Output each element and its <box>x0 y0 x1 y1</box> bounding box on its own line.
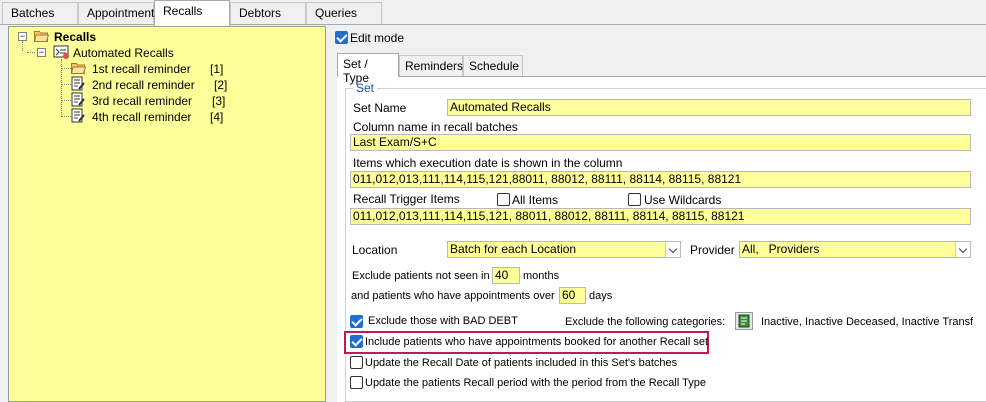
exclude-categories-label: Exclude the following categories: <box>565 316 726 328</box>
update-recall-date-label: Update the Recall Date of patients inclu… <box>365 357 678 369</box>
open-folder-icon <box>34 31 49 42</box>
bad-debt-checkbox[interactable] <box>350 315 363 328</box>
tab-recalls-label: Recalls <box>163 4 203 18</box>
location-label: Location <box>352 243 398 257</box>
categories-picker-icon[interactable] <box>735 312 753 330</box>
chevron-down-icon[interactable] <box>665 242 680 257</box>
tree-leaf-1st-recall[interactable]: 1st recall reminder <box>92 61 191 77</box>
provider-label: Provider <box>690 243 735 257</box>
tree-connector <box>61 68 71 69</box>
tree-leaf-index: [2] <box>214 78 228 92</box>
edit-mode-checkbox[interactable] <box>335 31 348 44</box>
tree-leaf-2nd-recall[interactable]: 2nd recall reminder <box>92 77 195 93</box>
use-wildcards-checkbox[interactable] <box>628 193 641 206</box>
automated-folder-icon <box>53 45 69 59</box>
appointments-over-label: and patients who have appointments over <box>351 290 555 302</box>
location-value: Batch for each Location <box>450 242 577 256</box>
tree-item-automated-recalls[interactable]: Automated Recalls <box>73 45 174 61</box>
exclude-not-seen-label: Exclude patients not seen in <box>352 270 490 282</box>
months-field[interactable]: 40 <box>492 267 520 284</box>
edit-document-icon <box>71 92 85 107</box>
tree-connector <box>61 116 71 117</box>
update-recall-date-checkbox[interactable] <box>350 356 363 369</box>
tab-queries[interactable]: Queries <box>306 2 382 24</box>
update-period-checkbox[interactable] <box>350 376 363 389</box>
tree-leaf-index: [4] <box>210 110 224 124</box>
tab-set-type-label: Set / Type <box>343 57 370 85</box>
days-label: days <box>589 290 613 302</box>
open-folder-icon <box>71 63 86 74</box>
trigger-items-label: Recall Trigger Items <box>353 192 460 206</box>
edit-document-icon <box>71 76 85 91</box>
top-tab-bar: Batches Appointments Recalls Debtors Que… <box>0 0 986 26</box>
tree-connector <box>27 52 35 53</box>
all-items-label: All Items <box>512 193 559 207</box>
provider-select[interactable]: All, Providers <box>739 241 971 258</box>
tab-recalls[interactable]: Recalls <box>154 0 230 26</box>
collapse-icon[interactable]: − <box>37 48 46 57</box>
tab-debtors-label: Debtors <box>239 6 282 20</box>
bad-debt-label: Exclude those with BAD DEBT <box>368 315 518 327</box>
tree-leaf-4th-recall[interactable]: 4th recall reminder <box>92 109 191 125</box>
items-label: Items which execution date is shown in t… <box>353 156 623 170</box>
tree-connector <box>61 100 71 101</box>
location-select[interactable]: Batch for each Location <box>447 241 681 258</box>
tree-connector <box>22 41 23 51</box>
tab-batches-label: Batches <box>11 6 55 20</box>
column-name-label: Column name in recall batches <box>353 120 518 134</box>
include-booked-checkbox[interactable] <box>350 335 363 348</box>
tree-root-recalls[interactable]: Recalls <box>54 29 96 45</box>
exclude-categories-value: Inactive, Inactive Deceased, Inactive Tr… <box>761 316 973 328</box>
tab-debtors[interactable]: Debtors <box>230 2 306 24</box>
set-name-label: Set Name <box>353 101 407 115</box>
tree-leaf-index: [3] <box>212 94 226 108</box>
include-booked-label: Include patients who have appointments b… <box>365 336 709 348</box>
edit-mode-label: Edit mode <box>350 31 405 45</box>
items-field[interactable]: 011,012,013,111,114,115,121,88011, 88012… <box>350 171 971 188</box>
tab-set-type[interactable]: Set / Type <box>337 53 399 85</box>
chevron-down-icon[interactable] <box>955 242 970 257</box>
update-period-label: Update the patients Recall period with t… <box>365 377 706 389</box>
tab-reminders[interactable]: Reminders <box>399 55 463 76</box>
tab-appointments-label: Appointments <box>87 6 161 20</box>
recalls-tree[interactable]: − Recalls − Automated Recalls 1st recall… <box>8 26 326 402</box>
column-name-field[interactable]: Last Exam/S+C <box>350 134 971 151</box>
edit-document-icon <box>71 108 85 123</box>
trigger-items-field[interactable]: 011,012,013,111,114,115,121, 88011, 8801… <box>350 208 971 225</box>
tree-leaf-3rd-recall[interactable]: 3rd recall reminder <box>92 93 192 109</box>
set-name-field[interactable]: Automated Recalls <box>447 99 971 116</box>
use-wildcards-label: Use Wildcards <box>644 193 722 207</box>
tree-connector <box>61 84 71 85</box>
tab-schedule-label: Schedule <box>469 59 520 73</box>
days-field[interactable]: 60 <box>559 287 586 304</box>
all-items-checkbox[interactable] <box>497 193 510 206</box>
collapse-icon[interactable]: − <box>18 32 27 41</box>
tab-appointments[interactable]: Appointments <box>78 2 160 24</box>
tab-queries-label: Queries <box>315 6 358 20</box>
provider-value: All, Providers <box>742 242 820 256</box>
tab-reminders-label: Reminders <box>405 59 464 73</box>
pane-splitter[interactable] <box>328 26 332 402</box>
months-label: months <box>523 270 560 282</box>
tab-schedule[interactable]: Schedule <box>463 55 523 76</box>
tree-leaf-index: [1] <box>210 62 224 76</box>
tab-batches[interactable]: Batches <box>2 2 78 24</box>
